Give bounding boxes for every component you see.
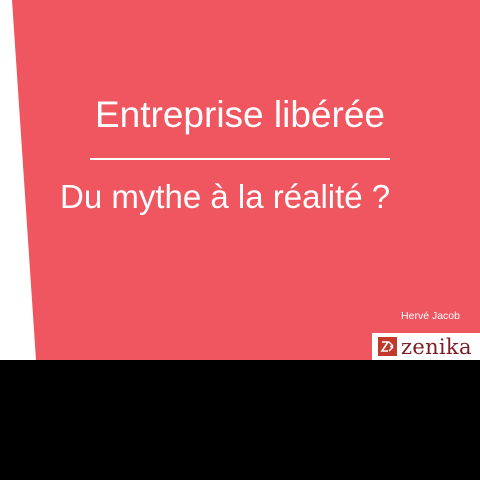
slide-title: Entreprise libérée (95, 94, 385, 135)
logo-wordmark: zenika (401, 334, 472, 359)
slide-page: Entreprise libérée Du mythe à la réalité… (0, 0, 480, 480)
author-name: Hervé Jacob (401, 310, 460, 322)
title-divider (90, 158, 390, 160)
zenika-logo-icon (378, 337, 397, 356)
slide-subtitle: Du mythe à la réalité ? (60, 178, 391, 215)
letterbox-bar (0, 360, 480, 480)
zenika-logo: zenika (372, 333, 480, 360)
